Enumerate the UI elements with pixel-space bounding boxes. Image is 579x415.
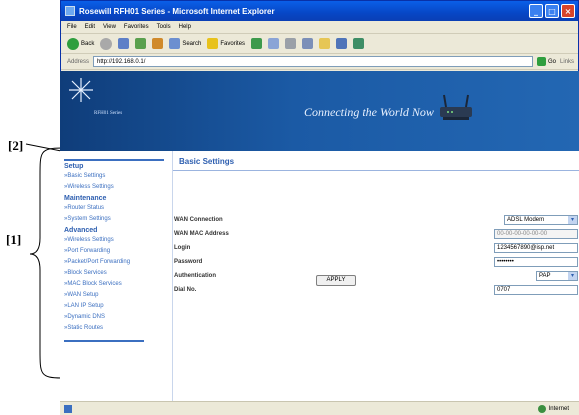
address-input[interactable]: http://192.168.0.1/ (93, 56, 533, 67)
sidebar-nav: Setup Basic Settings Wireless Settings M… (60, 151, 168, 401)
menu-tools[interactable]: Tools (157, 24, 171, 30)
address-label: Address (67, 58, 90, 65)
title-divider (173, 170, 579, 171)
wan-connection-label: WAN Connection (174, 217, 223, 223)
go-button[interactable]: Go (536, 57, 556, 66)
folder-icon[interactable] (319, 38, 331, 49)
router-icon (440, 94, 472, 120)
window-controls: _ □ × (529, 4, 578, 18)
authentication-select[interactable]: PAP (536, 271, 578, 281)
favorites-label: Favorites (220, 40, 246, 47)
password-field[interactable]: •••••••• (494, 257, 578, 267)
header-banner: RFH01 Series Connecting the World Now (60, 71, 579, 151)
authentication-label: Authentication (174, 273, 216, 279)
security-zone: Internet (537, 404, 569, 413)
edit-icon[interactable] (302, 38, 314, 49)
close-icon[interactable]: × (561, 4, 575, 18)
history-icon[interactable] (251, 38, 263, 49)
row-authentication: Authentication PAP (173, 269, 579, 283)
starburst-logo-icon (69, 78, 93, 102)
nav-item-static-routes[interactable]: Static Routes (60, 323, 168, 334)
forward-button[interactable] (100, 37, 113, 50)
nav-item-block-services[interactable]: Block Services (60, 268, 168, 279)
menu-help[interactable]: Help (179, 24, 191, 30)
nav-item-dynamic-dns[interactable]: Dynamic DNS (60, 312, 168, 323)
links-label[interactable]: Links (560, 59, 574, 65)
go-arrow-icon (536, 57, 546, 66)
status-bar: Internet (60, 401, 579, 415)
menu-edit[interactable]: Edit (85, 24, 95, 30)
series-label: RFH01 Series (94, 111, 123, 116)
nav-item-basic-settings[interactable]: Basic Settings (60, 171, 168, 182)
toolbar: Back Search Favorites (61, 34, 578, 54)
nav-group-advanced: Advanced (64, 227, 98, 234)
nav-item-adv-wireless-settings[interactable]: Wireless Settings (60, 235, 168, 246)
favorites-button[interactable]: Favorites (207, 38, 245, 49)
nav-group-setup: Setup (64, 163, 84, 170)
nav-group-maintenance: Maintenance (64, 195, 107, 202)
router-admin-page: RFH01 Series Connecting the World Now Se… (60, 71, 579, 401)
maximize-icon[interactable]: □ (545, 4, 559, 18)
window-title: Rosewill RFH01 Series - Microsoft Intern… (79, 6, 275, 16)
nav-item-router-status[interactable]: Router Status (60, 203, 168, 214)
password-label: Password (174, 259, 203, 265)
main-content: Basic Settings WAN Connection ADSL Modem… (172, 151, 579, 401)
forward-arrow-icon (100, 37, 113, 50)
search-icon (169, 38, 181, 49)
nav-item-system-settings[interactable]: System Settings (60, 214, 168, 225)
go-label: Go (547, 58, 556, 65)
nav-item-wireless-settings[interactable]: Wireless Settings (60, 182, 168, 193)
stop-icon[interactable] (118, 38, 130, 49)
nav-item-lan-ip-setup[interactable]: LAN IP Setup (60, 301, 168, 312)
menu-file[interactable]: File (67, 24, 77, 30)
search-label: Search (182, 40, 202, 47)
login-label: Login (174, 245, 191, 251)
search-button[interactable]: Search (169, 38, 201, 49)
home-icon[interactable] (152, 38, 164, 49)
login-field[interactable]: 1234567890@isp.net (494, 243, 578, 253)
ie-icon (65, 6, 75, 16)
zone-label: Internet (548, 405, 569, 412)
address-bar: Address http://192.168.0.1/ Go Links (61, 54, 578, 70)
messenger-icon[interactable] (336, 38, 348, 49)
dial-no-label: Dial No. (174, 287, 197, 293)
back-button[interactable]: Back (67, 37, 95, 50)
minimize-icon[interactable]: _ (529, 4, 543, 18)
nav-item-port-forwarding[interactable]: Port Forwarding (60, 246, 168, 257)
nav-item-wan-setup[interactable]: WAN Setup (60, 290, 168, 301)
back-label: Back (81, 40, 95, 47)
dial-no-field[interactable]: 0707 (494, 285, 578, 295)
row-wan-mac: WAN MAC Address 00-00-00-00-00-00 (173, 227, 579, 241)
callout-label-1: [1] (6, 232, 22, 247)
mail-icon[interactable] (268, 38, 280, 49)
refresh-icon[interactable] (135, 38, 147, 49)
row-dial-no: Dial No. 0707 (173, 283, 579, 297)
nav-item-mac-block-services[interactable]: MAC Block Services (60, 279, 168, 290)
print-icon[interactable] (285, 38, 297, 49)
row-wan-connection: WAN Connection ADSL Modem (173, 213, 579, 227)
wan-mac-label: WAN MAC Address (174, 231, 229, 237)
page-title: Basic Settings (179, 157, 235, 166)
wan-connection-select[interactable]: ADSL Modem (504, 215, 578, 225)
menu-favorites[interactable]: Favorites (124, 24, 149, 30)
menu-view[interactable]: View (103, 24, 116, 30)
screenshot-canvas: [2] [1] Rosewill RFH01 Series - Microsof… (0, 0, 579, 415)
back-arrow-icon (67, 37, 79, 50)
people-icon[interactable] (353, 38, 365, 49)
globe-icon (537, 404, 546, 413)
nav-rule-bottom (64, 340, 144, 342)
banner-tagline: Connecting the World Now (304, 105, 434, 119)
page-status-icon (64, 404, 72, 413)
nav-item-packet-port-forwarding[interactable]: Packet/Port Forwarding (60, 257, 140, 268)
star-icon (207, 38, 219, 49)
apply-button[interactable]: APPLY (316, 275, 356, 286)
row-login: Login 1234567890@isp.net (173, 241, 579, 255)
menu-bar: File Edit View Favorites Tools Help (61, 21, 578, 34)
row-password: Password •••••••• (173, 255, 579, 269)
wan-mac-field: 00-00-00-00-00-00 (494, 229, 578, 239)
title-bar: Rosewill RFH01 Series - Microsoft Intern… (61, 1, 578, 21)
